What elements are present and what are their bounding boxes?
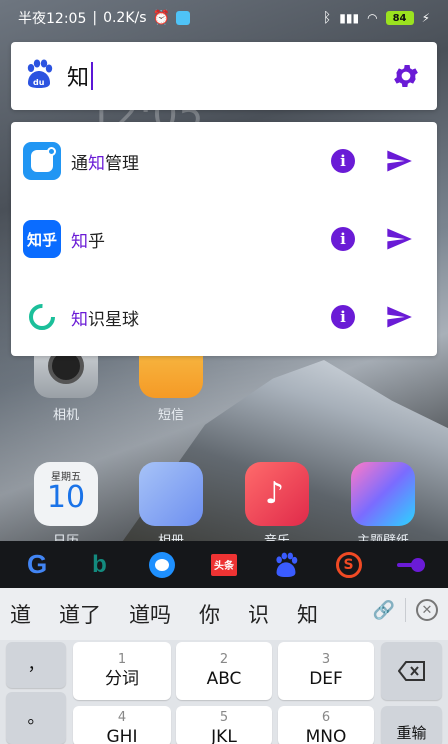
info-icon[interactable]: i: [331, 149, 355, 173]
alarm-icon: ⏰: [152, 10, 170, 26]
info-icon[interactable]: i: [331, 305, 355, 329]
bird-icon[interactable]: [148, 551, 176, 579]
key-4[interactable]: 4 GHI: [73, 706, 171, 744]
punct-key-comma[interactable]: ，: [6, 642, 66, 688]
info-icon[interactable]: i: [331, 227, 355, 251]
network-speed: 0.2K/s: [103, 10, 147, 26]
engine-bar: G b 头条 S: [0, 541, 448, 588]
retype-key[interactable]: 重输: [381, 706, 442, 744]
key-1[interactable]: 1 分词: [73, 642, 171, 700]
suggestion-label: 知乎: [71, 231, 105, 252]
calendar-date: 10: [46, 480, 86, 515]
divider: [405, 598, 406, 622]
suggestion-item[interactable]: 知乎 知乎 i: [11, 200, 437, 278]
baidu-icon[interactable]: [272, 551, 300, 579]
zhihu-icon: 知乎: [23, 220, 61, 258]
baidu-paw-icon[interactable]: du: [25, 59, 53, 93]
signal-icon: ▮▮▮: [339, 11, 360, 25]
candidate-bar: 道 道了 道吗 你 识 知 🔗 ✕: [0, 588, 448, 640]
send-icon[interactable]: [385, 303, 413, 331]
camera-app-label: 相机: [52, 408, 79, 423]
theme-app-icon[interactable]: [351, 462, 415, 526]
status-bar: 半夜12:05 | 0.2K/s ⏰ ᛒ ▮▮▮ ◠ 84 ⚡: [18, 10, 430, 27]
knowledge-planet-icon: [23, 298, 61, 336]
toutiao-icon[interactable]: 头条: [210, 551, 238, 579]
candidate-word[interactable]: 道吗: [129, 599, 171, 629]
candidate-word[interactable]: 道了: [59, 599, 101, 629]
suggestion-item[interactable]: 知识星球 i: [11, 278, 437, 356]
suggestion-label: 通知管理: [71, 153, 139, 174]
keyboard: ， 。 1 分词 2 ABC 3 DEF 4 GHI 5 JKL 6 MNO 重…: [0, 640, 448, 744]
suggestion-list: 通知管理 i 知乎 知乎 i 知识星球 i: [11, 122, 437, 356]
close-icon[interactable]: ✕: [416, 599, 438, 621]
gear-icon: [394, 65, 418, 87]
suggestion-label: 知识星球: [71, 309, 139, 330]
svg-text:du: du: [33, 78, 45, 87]
bing-icon[interactable]: b: [85, 551, 113, 579]
link-icon[interactable]: 🔗: [373, 600, 395, 621]
key-2[interactable]: 2 ABC: [176, 642, 272, 700]
battery-icon: 84: [385, 11, 414, 25]
key-3[interactable]: 3 DEF: [278, 642, 374, 700]
text-caret: [91, 62, 94, 90]
send-icon[interactable]: [385, 147, 413, 175]
candidate-word[interactable]: 知: [297, 599, 318, 629]
app-notification-icon: [175, 11, 190, 25]
wifi-icon: ◠: [367, 11, 378, 25]
key-5[interactable]: 5 JKL: [176, 706, 272, 744]
search-bar[interactable]: du 知: [11, 42, 437, 110]
sogou-icon[interactable]: S: [335, 551, 363, 579]
candidate-word[interactable]: 你: [199, 599, 220, 629]
candidate-word[interactable]: 识: [248, 599, 269, 629]
notification-manager-icon: [23, 142, 61, 180]
toggle-icon[interactable]: [396, 551, 425, 579]
backspace-key[interactable]: [381, 642, 442, 700]
punct-key-period[interactable]: 。: [6, 692, 66, 744]
send-icon[interactable]: [385, 225, 413, 253]
search-input[interactable]: 知: [67, 60, 94, 92]
backspace-icon: [397, 661, 425, 681]
bluetooth-icon: ᛒ: [322, 10, 332, 26]
status-time: 半夜12:05: [18, 11, 87, 27]
music-app-icon[interactable]: ♪: [245, 462, 309, 526]
suggestion-item[interactable]: 通知管理 i: [11, 122, 437, 200]
key-6[interactable]: 6 MNO: [278, 706, 374, 744]
settings-button[interactable]: [389, 59, 423, 93]
gallery-app-icon[interactable]: [139, 462, 203, 526]
charging-icon: ⚡: [421, 11, 430, 25]
google-icon[interactable]: G: [23, 549, 51, 579]
calendar-app-icon[interactable]: 星期五 10: [34, 462, 98, 526]
search-query: 知: [67, 66, 90, 91]
candidate-word[interactable]: 道: [10, 599, 31, 629]
sms-app-label: 短信: [157, 408, 184, 423]
